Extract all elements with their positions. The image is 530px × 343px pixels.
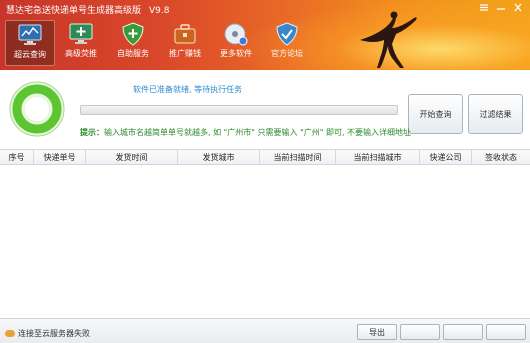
nav-item-advanced[interactable]: 高级荧推 [56, 20, 106, 66]
column-header[interactable]: 发货时间 [86, 150, 178, 165]
status-message: 软件已准备就绪, 等待执行任务 [133, 85, 243, 94]
start-query-button[interactable]: 开始查询 [408, 94, 463, 134]
footer-button-4[interactable] [486, 324, 526, 340]
status-bar: 连接至云服务器失败 导出 [0, 318, 530, 343]
screen-plus-icon [69, 23, 93, 44]
hint-lead: 提示： [80, 128, 104, 137]
close-button[interactable] [512, 3, 524, 14]
hint-body: 输入城市名越简单单号就越多, 如 "广州市" 只需要输入 "广州" 即可, 不要… [104, 128, 412, 137]
column-header[interactable]: 发货城市 [178, 150, 260, 165]
nav-label: 更多软件 [220, 49, 252, 58]
footer-button-2[interactable] [400, 324, 440, 340]
monitor-chart-icon [18, 24, 42, 45]
column-header[interactable]: 快递单号 [34, 150, 86, 165]
nav-item-promote[interactable]: 推广赚钱 [160, 20, 210, 66]
minimize-icon [497, 8, 505, 10]
results-table[interactable]: 序号 快递单号 发货时间 发货城市 当前扫描时间 当前扫描城市 快递公司 签收状… [0, 150, 530, 318]
hint-text: 提示：输入城市名越简单单号就越多, 如 "广州市" 只需要输入 "广州" 即可,… [80, 127, 411, 138]
status-ring-icon [9, 81, 65, 137]
disc-icon [224, 23, 248, 46]
dancer-silhouette-image [360, 11, 417, 68]
connection-text: 连接至云服务器失败 [18, 329, 90, 338]
table-header: 序号 快递单号 发货时间 发货城市 当前扫描时间 当前扫描城市 快递公司 签收状… [0, 150, 530, 165]
nav-label: 推广赚钱 [169, 49, 201, 58]
close-icon [514, 3, 522, 12]
nav-item-super-query[interactable]: 超云查询 [5, 20, 55, 66]
column-header[interactable]: 快递公司 [420, 150, 472, 165]
shield-plus-icon [122, 22, 144, 46]
shield-check-icon [276, 22, 298, 46]
menu-button[interactable] [478, 3, 490, 14]
export-button[interactable]: 导出 [357, 324, 397, 340]
nav-label: 超云查询 [14, 50, 46, 59]
header-banner: 慧达宅急送快递单号生成器高级版 V9.8 超云查询 高级荧推 自助服务 推广赚钱… [0, 0, 530, 70]
window-title: 慧达宅急送快递单号生成器高级版 V9.8 [6, 3, 170, 16]
nav-item-self-service[interactable]: 自助服务 [108, 20, 158, 66]
nav-label: 官方论坛 [271, 49, 303, 58]
cloud-icon [5, 330, 15, 337]
minimize-button[interactable] [495, 3, 507, 14]
app-version: V9.8 [149, 6, 170, 16]
briefcase-icon [174, 24, 196, 44]
column-header[interactable]: 当前扫描城市 [336, 150, 420, 165]
column-header[interactable]: 签收状态 [472, 150, 530, 165]
footer-button-3[interactable] [443, 324, 483, 340]
nav-label: 高级荧推 [65, 49, 97, 58]
progress-bar [80, 105, 398, 115]
nav-label: 自助服务 [117, 49, 149, 58]
app-name: 慧达宅急送快递单号生成器高级版 [6, 6, 142, 16]
menu-icon [480, 4, 488, 11]
column-header[interactable]: 当前扫描时间 [260, 150, 336, 165]
connection-status: 连接至云服务器失败 [5, 328, 90, 339]
nav-item-more-software[interactable]: 更多软件 [211, 20, 261, 66]
nav-item-forum[interactable]: 官方论坛 [262, 20, 312, 66]
filter-results-button[interactable]: 过滤结果 [468, 94, 523, 134]
column-header[interactable]: 序号 [0, 150, 34, 165]
